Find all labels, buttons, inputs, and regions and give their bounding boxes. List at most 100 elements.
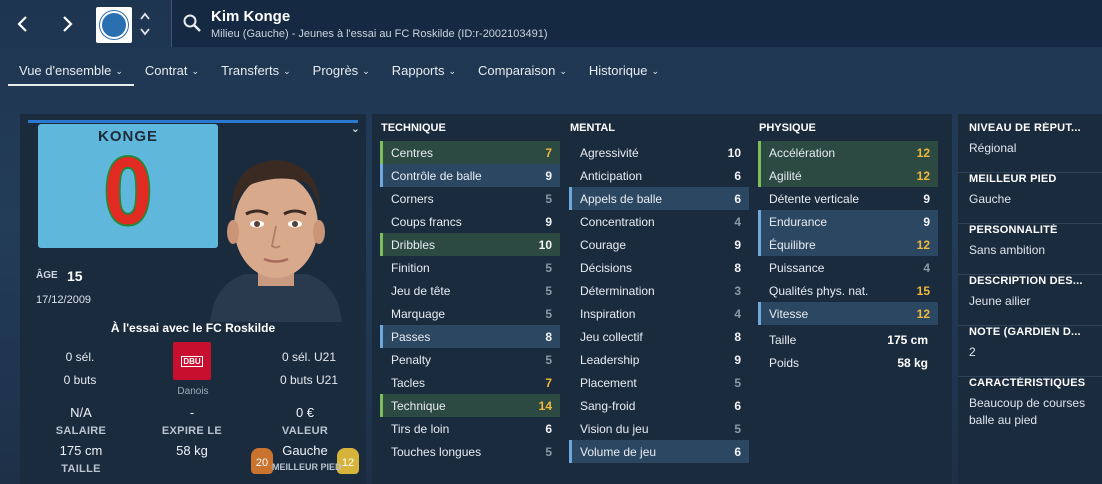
tab-comparaison[interactable]: Comparaison ⌄ [467, 60, 578, 86]
tab-contrat[interactable]: Contrat ⌄ [134, 60, 210, 86]
attribute-row[interactable]: Qualités phys. nat. 15 [758, 279, 938, 302]
attribute-label: Appels de balle [580, 191, 663, 206]
attribute-row[interactable]: Décisions 8 [569, 256, 749, 279]
attribute-row[interactable]: Sang-froid 6 [569, 394, 749, 417]
attribute-row[interactable]: Agilité 12 [758, 164, 938, 187]
club-crest-icon [100, 11, 128, 39]
attribute-row[interactable]: Anticipation 6 [569, 164, 749, 187]
attribute-value: 9 [545, 168, 552, 183]
physique-height-label: Taille [769, 333, 797, 347]
height-value: 175 cm [59, 443, 103, 458]
info-panel: NIVEAU DE RÉPUT... Régional MEILLEUR PIED G… [958, 114, 1102, 484]
attribute-value: 12 [916, 237, 930, 252]
flag-text: DBU [181, 355, 203, 367]
attribute-row[interactable]: Détermination 3 [569, 279, 749, 302]
attribute-row[interactable]: Jeu de tête 5 [380, 279, 560, 302]
trial-status: À l'essai avec le FC Roskilde [110, 321, 276, 335]
attribute-row[interactable]: Détente verticale 9 [758, 187, 938, 210]
shirt-graphic: KONGE 0 [38, 124, 218, 248]
tab-transferts[interactable]: Transferts ⌄ [210, 60, 302, 86]
attribute-row[interactable]: Agressivité 10 [569, 141, 749, 164]
attribute-row[interactable]: Touches longues 5 [380, 440, 560, 463]
attribute-row[interactable]: Volume de jeu 6 [569, 440, 749, 463]
salary-value: N/A [70, 405, 92, 420]
attribute-label: Anticipation [580, 168, 643, 183]
chevron-down-icon: ⌄ [651, 66, 659, 76]
salary-label: SALAIRE [55, 425, 107, 437]
updown-chevrons-icon[interactable] [138, 10, 152, 40]
player-header: Kim Konge Milieu (Gauche) - Jeunes à l'e… [171, 0, 1102, 47]
preferred-foot-label: MEILLEUR PIED [272, 462, 342, 472]
attribute-row[interactable]: Marquage 5 [380, 302, 560, 325]
attribute-row[interactable]: Tacles 7 [380, 371, 560, 394]
chevron-down-icon: ⌄ [559, 66, 567, 76]
attribute-row[interactable]: Coups francs 9 [380, 210, 560, 233]
attribute-row[interactable]: Passes 8 [380, 325, 560, 348]
attribute-row[interactable]: Jeu collectif 8 [569, 325, 749, 348]
attribute-value: 12 [916, 145, 930, 160]
attribute-row[interactable]: Équilibre 12 [758, 233, 938, 256]
attribute-value: 9 [734, 352, 741, 367]
attribute-label: Agressivité [580, 145, 639, 160]
age-value: 15 [67, 268, 83, 284]
attribute-row[interactable]: Dribbles 10 [380, 233, 560, 256]
club-badge[interactable] [96, 7, 132, 43]
attribute-row[interactable]: Penalty 5 [380, 348, 560, 371]
search-icon[interactable] [182, 13, 202, 33]
attribute-label: Équilibre [769, 237, 816, 252]
technique-title: TECHNIQUE [381, 122, 446, 134]
attribute-row[interactable]: Endurance 9 [758, 210, 938, 233]
attribute-row[interactable]: Courage 9 [569, 233, 749, 256]
nation-flag-icon[interactable]: DBU [173, 342, 211, 380]
info-value: Régional [969, 141, 1017, 155]
back-button[interactable] [8, 9, 38, 39]
attribute-label: Accélération [769, 145, 836, 160]
attribute-row[interactable]: Inspiration 4 [569, 302, 749, 325]
expires-label: EXPIRE LE [161, 425, 223, 437]
attributes-panel: TECHNIQUE Centres 7 Contrôle de balle 9 Corn… [372, 114, 952, 484]
attribute-row[interactable]: Puissance 4 [758, 256, 938, 279]
attribute-value: 15 [916, 283, 930, 298]
attribute-row[interactable]: Tirs de loin 6 [380, 417, 560, 440]
forward-button[interactable] [52, 9, 82, 39]
attribute-row[interactable]: Technique 14 [380, 394, 560, 417]
tab-label: Comparaison [478, 63, 556, 78]
attribute-row[interactable]: Placement 5 [569, 371, 749, 394]
attribute-row[interactable]: Leadership 9 [569, 348, 749, 371]
info-block: PERSONNALITÉ Sans ambition [958, 224, 1102, 275]
attribute-value: 5 [545, 352, 552, 367]
attribute-row[interactable]: Corners 5 [380, 187, 560, 210]
attribute-label: Vision du jeu [580, 421, 649, 436]
tab-historique[interactable]: Historique ⌄ [578, 60, 670, 86]
attribute-value: 14 [538, 398, 552, 413]
chevron-left-icon [17, 16, 27, 32]
tab-progres[interactable]: Progrès ⌄ [302, 60, 381, 86]
attribute-value: 9 [734, 237, 741, 252]
chevron-down-icon[interactable]: ⌄ [351, 122, 360, 135]
tab-vue-densemble[interactable]: Vue d'ensemble ⌄ [8, 60, 134, 86]
tab-rapports[interactable]: Rapports ⌄ [381, 60, 467, 86]
senior-goals: 0 buts [63, 373, 97, 387]
attribute-row[interactable]: Vision du jeu 5 [569, 417, 749, 440]
chevron-down-icon: ⌄ [115, 66, 123, 76]
attribute-label: Endurance [769, 214, 828, 229]
attribute-value: 4 [923, 260, 930, 275]
chevron-down-icon: ⌄ [362, 66, 370, 76]
nationality: Danois [177, 386, 209, 397]
attribute-value: 12 [916, 306, 930, 321]
attribute-row[interactable]: Vitesse 12 [758, 302, 938, 325]
attribute-row[interactable]: Appels de balle 6 [569, 187, 749, 210]
chevron-down-icon: ⌄ [191, 66, 200, 76]
attribute-row[interactable]: Concentration 4 [569, 210, 749, 233]
info-block: NIVEAU DE RÉPUT... Régional [958, 122, 1102, 173]
attribute-label: Volume de jeu [580, 444, 657, 459]
tab-label: Contrat [144, 63, 188, 78]
right-foot-rating: 12 [341, 457, 355, 469]
attribute-label: Tacles [391, 375, 426, 390]
mental-title: MENTAL [570, 122, 616, 134]
attribute-row[interactable]: Accélération 12 [758, 141, 938, 164]
attribute-row[interactable]: Contrôle de balle 9 [380, 164, 560, 187]
attribute-row[interactable]: Centres 7 [380, 141, 560, 164]
attribute-row[interactable]: Finition 5 [380, 256, 560, 279]
attribute-label: Détente verticale [769, 191, 860, 206]
